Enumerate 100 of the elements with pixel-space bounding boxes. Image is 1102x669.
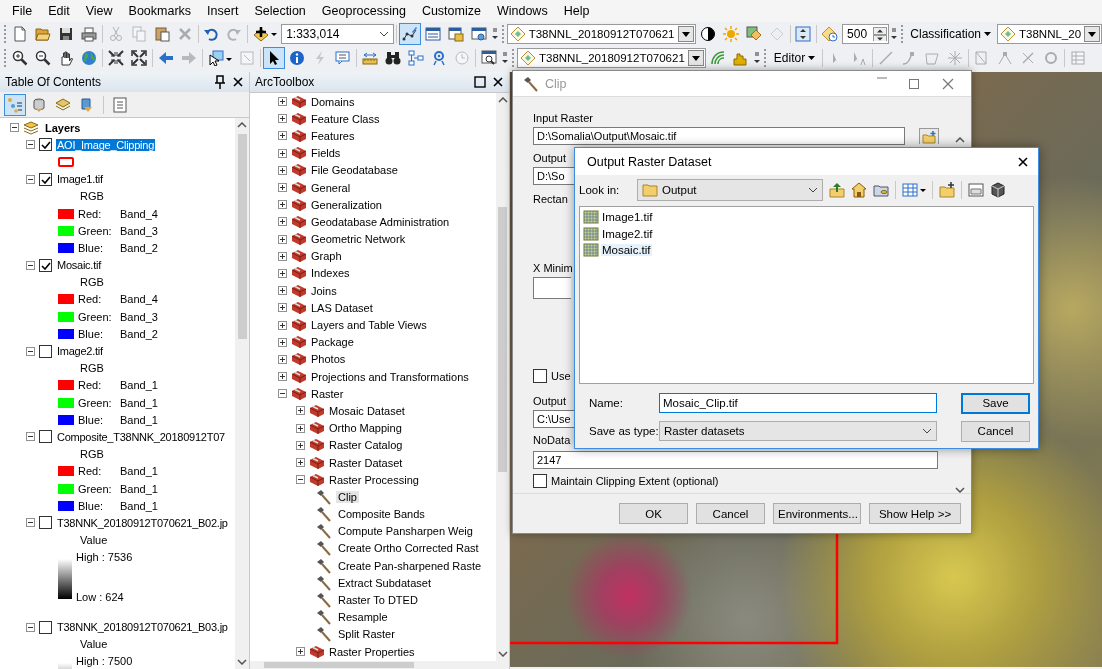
layer-checkbox[interactable] [39, 620, 52, 634]
menu-item[interactable]: View [77, 4, 121, 18]
expand-icon[interactable] [278, 217, 287, 227]
toolset-item[interactable]: Mosaic Dataset [329, 404, 405, 417]
scrollbar-thumb[interactable] [264, 662, 414, 668]
dialog-button[interactable]: Cancel [696, 503, 765, 524]
expand-icon[interactable] [296, 647, 305, 657]
scroll-down-icon[interactable] [497, 651, 508, 657]
toolbar-grip[interactable] [900, 25, 904, 43]
layer-dropdown[interactable]: T38NNL_20 [997, 24, 1102, 44]
expand-icon[interactable] [296, 458, 305, 468]
toolset-item[interactable]: Raster Processing [329, 473, 419, 486]
menu-item[interactable]: Geoprocessing [313, 4, 414, 18]
expand-icon[interactable] [296, 406, 305, 416]
toolset-item[interactable]: Indexes [311, 267, 350, 280]
menu-item[interactable]: File [4, 4, 41, 18]
maximize-icon[interactable] [907, 76, 921, 91]
editor-toolbar-icon[interactable] [398, 23, 421, 45]
layer-name[interactable]: T38NNK_20180912T070621_B02.jp [56, 516, 229, 529]
tool-item[interactable]: Compute Pansharpen Weig [336, 525, 475, 538]
spin-box[interactable]: 500 [842, 24, 889, 44]
layer-checkbox[interactable] [39, 172, 52, 186]
collapse-icon[interactable] [26, 346, 35, 356]
layer-name[interactable]: T38NNK_20180912T070621_B03.jp [56, 621, 229, 634]
close-icon[interactable] [491, 75, 505, 89]
dialog-button[interactable]: Environments... [773, 503, 861, 524]
input-raster-field[interactable]: D:\Somalia\Output\Mosaic.tif [533, 127, 905, 145]
name-field[interactable]: Mosaic_Clip.tif [659, 393, 937, 413]
pin-icon[interactable] [213, 75, 227, 89]
arrows-outward-icon[interactable] [128, 47, 150, 69]
layers-group-label[interactable]: Layers [45, 121, 81, 134]
scroll-up-icon[interactable] [497, 97, 508, 103]
expand-icon[interactable] [278, 114, 287, 124]
folder-window-icon[interactable] [968, 182, 984, 198]
menu-item[interactable]: Windows [488, 4, 556, 18]
toolset-item[interactable]: Domains [311, 95, 355, 108]
look-in-dropdown[interactable]: Output [637, 179, 823, 201]
toolset-item[interactable]: Layers and Table Views [311, 319, 427, 332]
toolset-item[interactable]: Raster Properties [329, 645, 415, 658]
toolbar-menu[interactable]: Editor [768, 48, 821, 68]
list-by-drawing-order-icon[interactable] [4, 93, 26, 116]
expand-icon[interactable] [278, 183, 287, 193]
menu-item[interactable]: Insert [199, 4, 247, 18]
expand-icon[interactable] [278, 320, 287, 330]
dialog-button[interactable]: Save [961, 392, 1030, 414]
collapse-icon[interactable] [26, 518, 35, 528]
restore-icon[interactable] [473, 75, 487, 89]
toolset-item[interactable]: Raster Catalog [329, 439, 403, 452]
toolset-item[interactable]: LAS Dataset [311, 301, 373, 314]
checkbox[interactable] [533, 369, 547, 383]
toolset-item[interactable]: Geodatabase Administration [311, 215, 450, 228]
toolbar-grip[interactable] [4, 25, 7, 43]
expand-icon[interactable] [278, 97, 287, 107]
dataset-name[interactable]: Mosaic.tif [601, 244, 652, 257]
expand-icon[interactable] [278, 286, 287, 296]
collapse-icon[interactable] [26, 140, 35, 150]
layer-dropdown[interactable]: T38NNL_20180912T070621 [517, 48, 706, 68]
scrollbar-thumb[interactable] [237, 134, 247, 339]
toolset-item[interactable]: Graph [311, 250, 342, 263]
file-type-dropdown[interactable]: Raster datasets [659, 421, 937, 441]
toolset-item[interactable]: Package [311, 336, 354, 349]
tool-item[interactable]: Clip [336, 490, 359, 503]
collapse-icon[interactable] [26, 432, 35, 442]
expand-icon[interactable] [278, 131, 287, 141]
toolbar-options-icon[interactable] [889, 26, 898, 42]
menu-item[interactable]: Bookmarks [120, 4, 200, 18]
menu-item[interactable]: Customize [413, 4, 489, 18]
home-icon[interactable] [851, 182, 867, 198]
layer-checkbox[interactable] [39, 430, 52, 444]
scrollbar[interactable] [235, 118, 249, 669]
expand-icon[interactable] [278, 148, 287, 158]
toolset-item[interactable]: Fields [311, 147, 341, 160]
toolset-item[interactable]: Features [311, 129, 355, 142]
collapse-icon[interactable] [26, 260, 35, 270]
toolset-item[interactable]: Feature Class [311, 112, 380, 125]
expand-icon[interactable] [278, 165, 287, 175]
database-folder-icon[interactable] [873, 182, 889, 198]
nodata-field[interactable]: 2147 [533, 451, 938, 469]
toolset-item[interactable]: Raster Dataset [329, 456, 403, 469]
expand-icon[interactable] [278, 200, 287, 210]
toolset-item[interactable]: General [311, 181, 351, 194]
browse-folder-icon[interactable] [919, 128, 939, 144]
toolset-item[interactable]: Ortho Mapping [329, 422, 402, 435]
expand-icon[interactable] [278, 372, 287, 382]
toolset-item[interactable]: Projections and Transformations [311, 370, 469, 383]
toolset-item[interactable]: Geometric Network [311, 233, 406, 246]
dialog-button[interactable]: Cancel [961, 420, 1030, 442]
menu-item[interactable]: Selection [246, 4, 314, 18]
layer-name[interactable]: Image2.tif [56, 345, 104, 358]
dataset-name[interactable]: Image1.tif [601, 211, 654, 224]
toolbar-grip[interactable] [512, 49, 515, 67]
toolset-item[interactable]: Raster [311, 387, 344, 400]
toolbar-menu[interactable]: Classification [905, 24, 997, 44]
toolbar-options-icon[interactable] [501, 50, 509, 66]
layer-name[interactable]: Mosaic.tif [56, 259, 102, 272]
dataset-name[interactable]: Image2.tif [601, 227, 654, 240]
layer-name[interactable]: AOI_Image_Clipping [56, 138, 155, 151]
layer-checkbox[interactable] [39, 138, 52, 152]
expand-icon[interactable] [296, 423, 305, 433]
layer-checkbox[interactable] [39, 516, 52, 530]
